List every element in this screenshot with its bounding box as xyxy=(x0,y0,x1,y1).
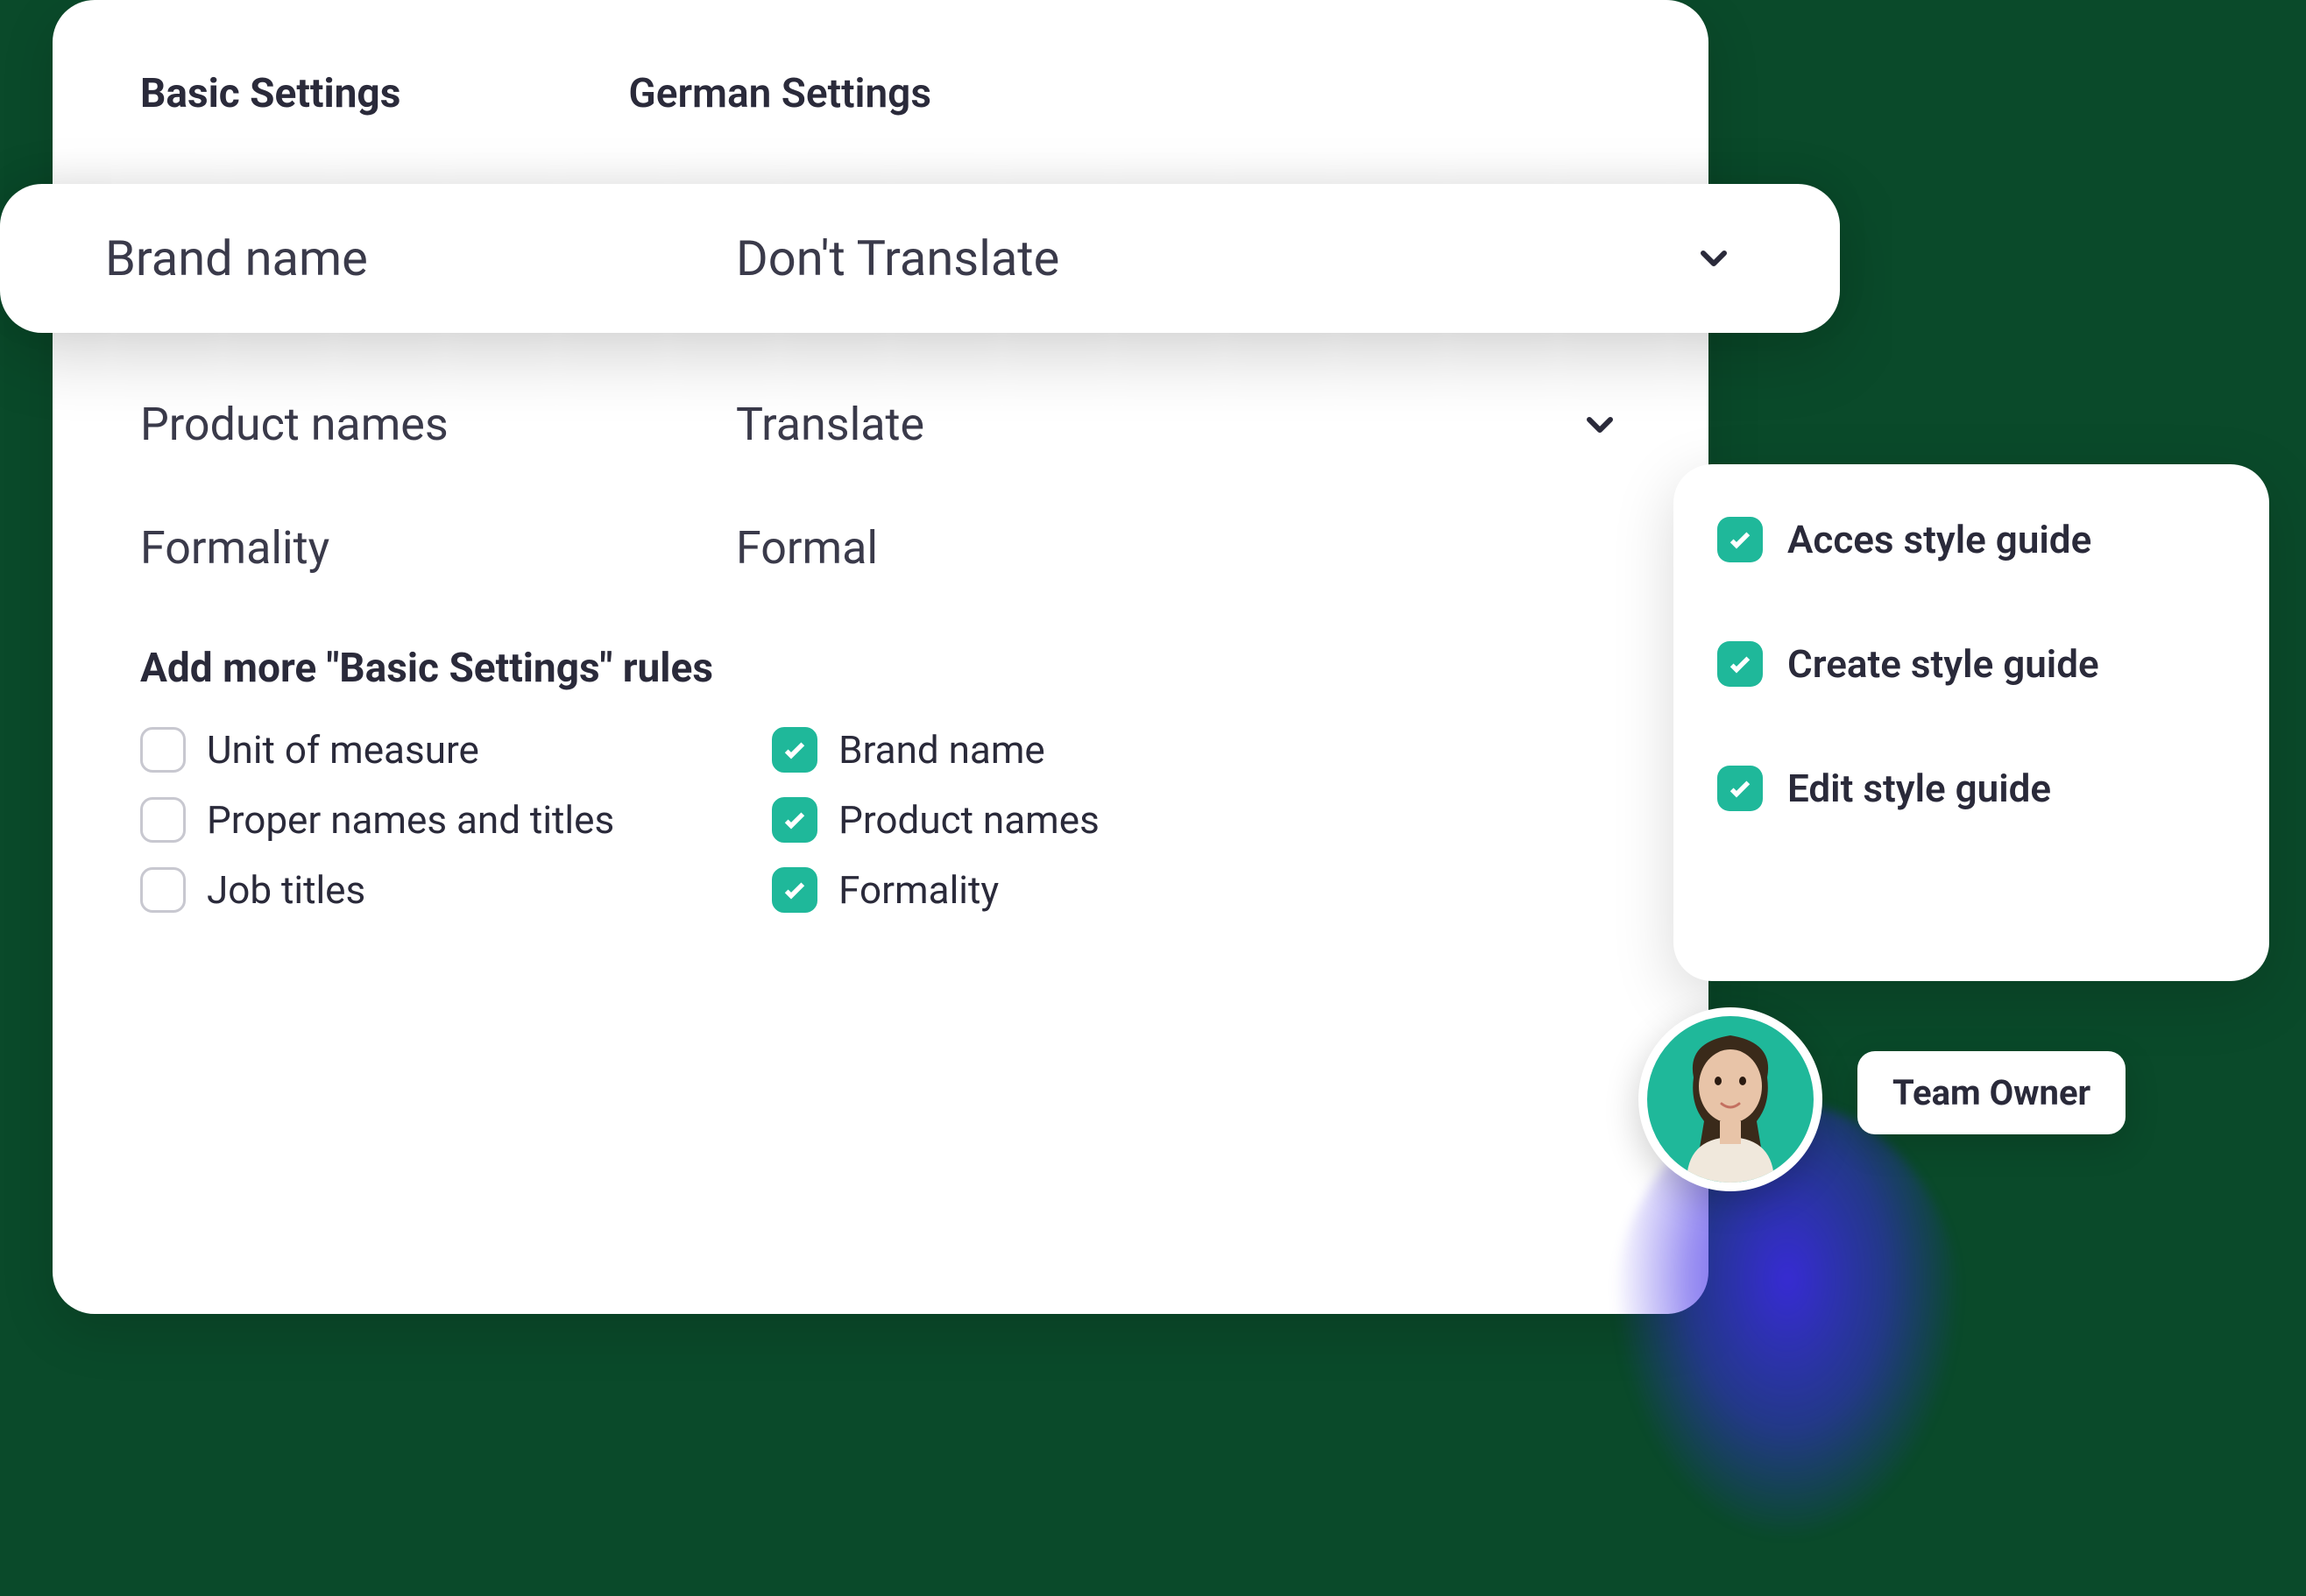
permission-access-style-guide: Acces style guide xyxy=(1717,517,2225,562)
rule-label: Brand name xyxy=(838,727,1045,773)
permission-label: Acces style guide xyxy=(1787,517,2091,562)
avatar-container xyxy=(1638,1007,1822,1191)
permissions-panel: Acces style guide Create style guide Edi… xyxy=(1673,464,2269,981)
rule-label: Job titles xyxy=(207,867,365,913)
chevron-down-icon[interactable] xyxy=(1693,237,1735,279)
tab-basic-settings[interactable]: Basic Settings xyxy=(140,70,400,117)
avatar[interactable] xyxy=(1638,1007,1822,1191)
permission-create-style-guide: Create style guide xyxy=(1717,641,2225,687)
permission-edit-style-guide: Edit style guide xyxy=(1717,766,2225,811)
settings-rows: Product names Translate Formality Formal… xyxy=(140,363,1621,913)
rule-label: Unit of measure xyxy=(207,727,479,773)
setting-label: Brand name xyxy=(105,230,736,287)
setting-row-formality[interactable]: Formality Formal xyxy=(140,486,1621,610)
check-icon xyxy=(1717,641,1763,687)
setting-row-product-names[interactable]: Product names Translate xyxy=(140,363,1621,486)
rule-job-titles[interactable]: Job titles xyxy=(140,867,614,913)
checkbox-checked[interactable] xyxy=(772,797,817,843)
rules-column-left: Unit of measure Proper names and titles … xyxy=(140,727,614,913)
checkbox-checked[interactable] xyxy=(772,867,817,913)
setting-label: Formality xyxy=(140,521,736,575)
rule-brand-name[interactable]: Brand name xyxy=(772,727,1100,773)
setting-value: Formal xyxy=(736,521,1621,575)
tabs: Basic Settings German Settings xyxy=(140,70,1621,117)
avatar-person-icon xyxy=(1660,1025,1800,1183)
setting-value: Don't Translate xyxy=(736,230,1693,287)
rule-proper-names[interactable]: Proper names and titles xyxy=(140,797,614,843)
permission-label: Edit style guide xyxy=(1787,766,2051,811)
rule-product-names[interactable]: Product names xyxy=(772,797,1100,843)
rule-label: Proper names and titles xyxy=(207,797,614,843)
checkbox-checked[interactable] xyxy=(772,727,817,773)
check-icon xyxy=(1717,517,1763,562)
rule-formality[interactable]: Formality xyxy=(772,867,1100,913)
rules-column-right: Brand name Product names Formality xyxy=(772,727,1100,913)
rule-label: Formality xyxy=(838,867,999,913)
rules-grid: Unit of measure Proper names and titles … xyxy=(140,727,1621,913)
checkbox[interactable] xyxy=(140,727,186,773)
tab-german-settings[interactable]: German Settings xyxy=(628,70,931,117)
role-badge: Team Owner xyxy=(1857,1051,2126,1134)
setting-row-brand-name[interactable]: Brand name Don't Translate xyxy=(0,184,1840,333)
rule-label: Product names xyxy=(838,797,1100,843)
setting-label: Product names xyxy=(140,398,736,451)
checkbox[interactable] xyxy=(140,797,186,843)
chevron-down-icon[interactable] xyxy=(1579,404,1621,446)
checkbox[interactable] xyxy=(140,867,186,913)
setting-value: Translate xyxy=(736,398,1579,451)
permission-label: Create style guide xyxy=(1787,641,2099,687)
rule-unit-of-measure[interactable]: Unit of measure xyxy=(140,727,614,773)
check-icon xyxy=(1717,766,1763,811)
section-title: Add more "Basic Settings" rules xyxy=(140,645,1621,692)
